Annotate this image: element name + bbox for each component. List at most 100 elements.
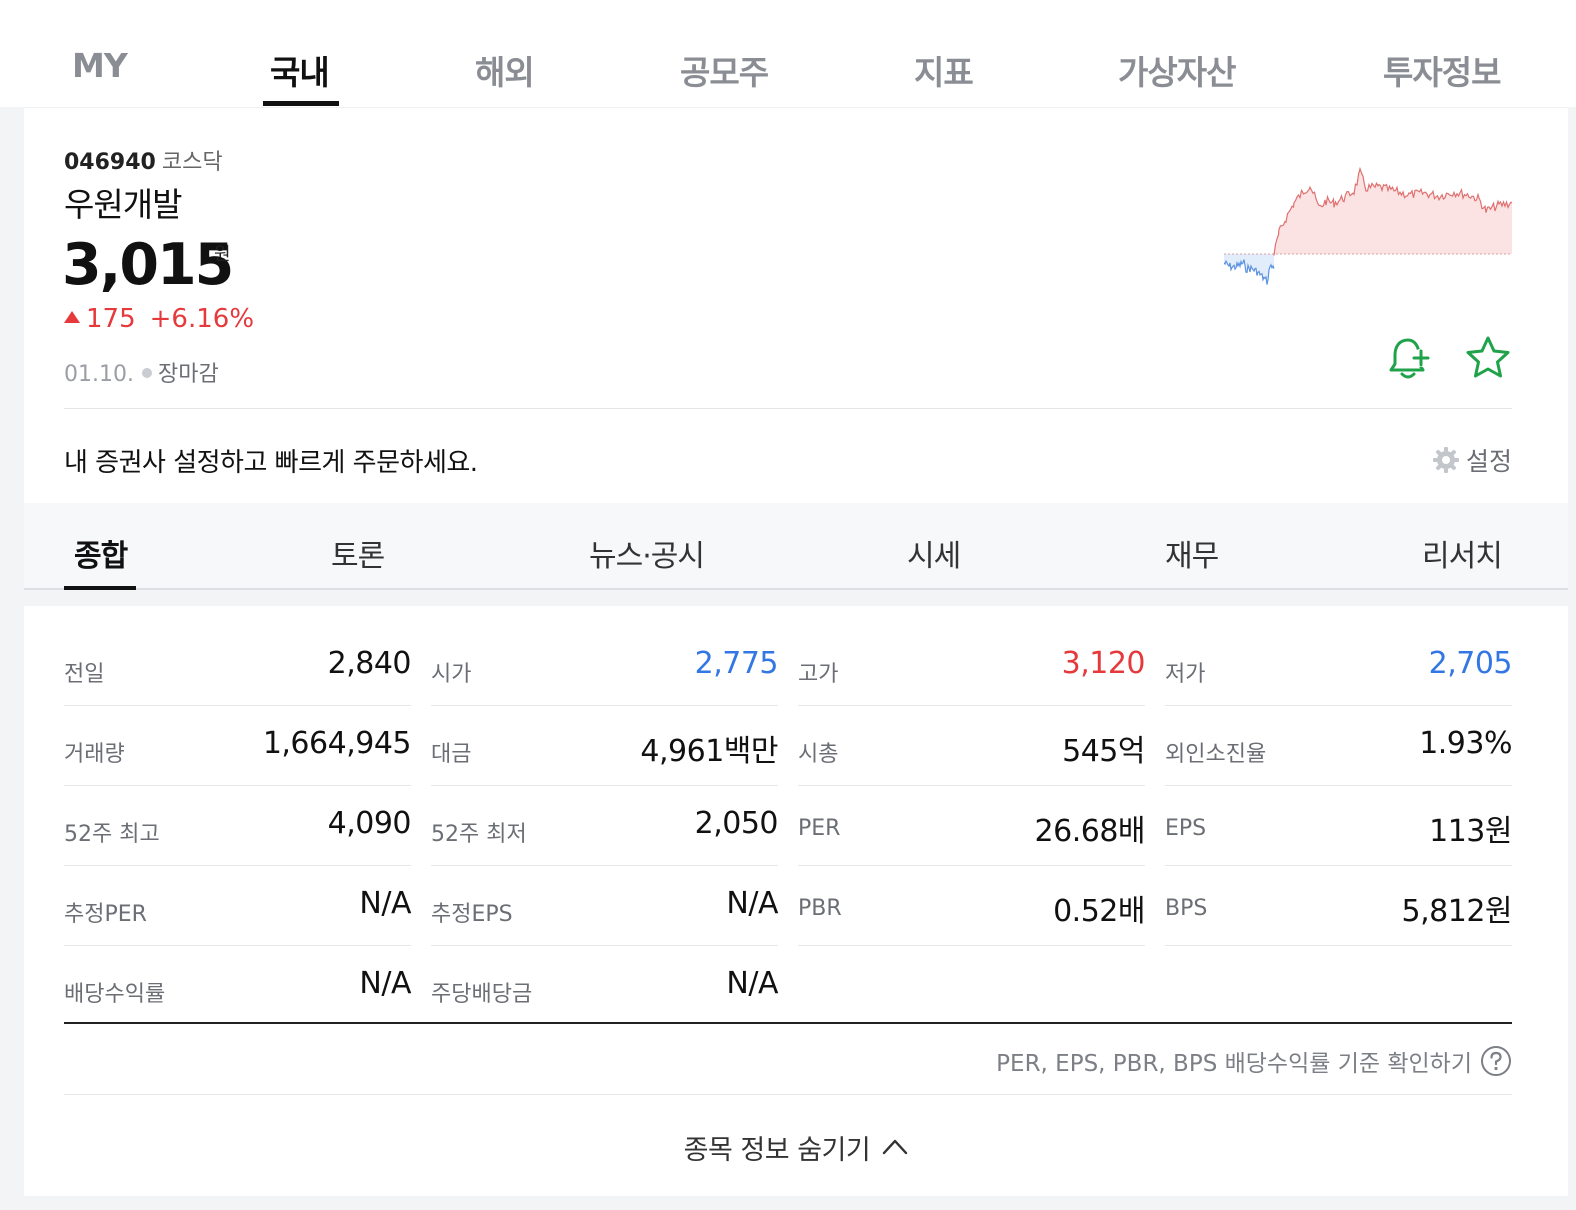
star-icon (1466, 336, 1510, 378)
tab-indicators[interactable]: 지표 (914, 46, 974, 94)
stat-value: 2,050 (694, 806, 779, 841)
stat-value: 5,812원 (1401, 894, 1513, 929)
up-arrow-icon (64, 311, 80, 323)
tab-my[interactable]: MY (72, 46, 128, 85)
stat-cell: 대금 4,961백만 (431, 706, 778, 786)
tab-overseas[interactable]: 해외 (475, 46, 535, 94)
stat-label: 추정PER (64, 902, 147, 927)
stat-value: 2,705 (1428, 646, 1513, 681)
stat-value: 4,961백만 (640, 734, 778, 769)
stat-cell: 배당수익률 N/A (64, 946, 411, 1026)
stat-label: 시가 (431, 662, 472, 687)
stat-label: 고가 (798, 662, 839, 687)
price-alert-button[interactable] (1386, 334, 1434, 382)
status-dot (141, 368, 152, 378)
stat-value: 2,775 (694, 646, 779, 681)
stock-code: 046940 (64, 150, 156, 175)
stat-cell: EPS 113원 (1165, 786, 1512, 866)
stat-label: PER (798, 816, 841, 841)
broker-settings-button[interactable]: 설정 (1432, 442, 1512, 478)
stat-label: 대금 (431, 742, 472, 767)
divider (64, 408, 1512, 409)
hide-info-label: 종목 정보 숨기기 (683, 1135, 871, 1166)
change-amount: 175 (86, 304, 136, 334)
settings-label: 설정 (1465, 447, 1512, 476)
tab-quotes[interactable]: 시세 (907, 531, 961, 575)
stat-cell: PBR 0.52배 (798, 866, 1145, 946)
help-circle-icon (1481, 1046, 1511, 1076)
favorite-button[interactable] (1464, 334, 1512, 382)
stat-label: 배당수익률 (64, 982, 166, 1007)
stat-label: 추정EPS (431, 902, 513, 927)
tab-overview[interactable]: 종합 (74, 531, 128, 575)
stat-cell: 외인소진율 1.93% (1165, 706, 1512, 786)
stat-value: 113원 (1429, 814, 1512, 849)
change-percent: +6.16% (149, 304, 255, 334)
stat-value: 26.68배 (1034, 814, 1146, 849)
stat-label: 52주 최고 (64, 822, 160, 847)
tab-financials[interactable]: 재무 (1165, 531, 1219, 575)
stat-value: N/A (726, 886, 778, 921)
price-change: 175 +6.16% (64, 304, 254, 334)
tab-news[interactable]: 뉴스·공시 (589, 531, 705, 575)
stat-label: 52주 최저 (431, 822, 527, 847)
stat-label: BPS (1165, 896, 1208, 921)
stat-label: 전일 (64, 662, 105, 687)
stat-cell: 52주 최고 4,090 (64, 786, 412, 866)
stat-label: 거래량 (64, 742, 125, 767)
hide-info-button[interactable]: 종목 정보 숨기기 (24, 1128, 1568, 1167)
market-status: 01.10. 장마감 (64, 356, 219, 388)
broker-banner-text[interactable]: 내 증권사 설정하고 빠르게 주문하세요. (64, 442, 478, 479)
tab-domestic[interactable]: 국내 (270, 46, 330, 94)
active-subtab-indicator (64, 586, 136, 590)
active-tab-indicator (263, 101, 339, 106)
tab-ipo[interactable]: 공모주 (680, 46, 769, 94)
stat-cell: 고가 3,120 (798, 626, 1146, 706)
tab-crypto[interactable]: 가상자산 (1118, 46, 1236, 94)
tab-research[interactable]: 리서치 (1422, 531, 1503, 575)
stat-value: 0.52배 (1053, 894, 1145, 929)
stat-label: 외인소진율 (1165, 742, 1267, 767)
stat-cell: 추정PER N/A (64, 866, 411, 946)
stock-name: 우원개발 (64, 185, 182, 224)
criteria-link-text: PER, EPS, PBR, BPS 배당수익률 기준 확인하기 (996, 1051, 1472, 1077)
stat-label: 시총 (798, 742, 839, 767)
stat-value: 3,120 (1061, 646, 1146, 681)
top-nav: MY 국내 해외 공모주 지표 가상자산 투자정보 (0, 0, 1576, 107)
sparkline-up-area (1274, 168, 1512, 256)
stat-value: 1,664,945 (262, 726, 412, 761)
stat-value: 4,090 (327, 806, 412, 841)
stat-value: 545억 (1062, 734, 1145, 769)
tab-invest-info[interactable]: 투자정보 (1383, 46, 1501, 94)
gear-icon (1432, 447, 1459, 473)
stat-cell: 추정EPS N/A (431, 866, 778, 946)
stat-value: N/A (359, 966, 411, 1001)
stat-cell: 주당배당금 N/A (431, 946, 778, 1026)
divider (64, 1094, 1512, 1095)
stock-info-panel: 전일 2,840 시가 2,775 고가 3,120 저가 2,705 거래량 1,664… (24, 606, 1568, 1196)
market-state: 장마감 (157, 362, 219, 387)
sub-nav: 종합 토론 뉴스·공시 시세 재무 리서치 (24, 503, 1568, 590)
stat-cell: BPS 5,812원 (1165, 866, 1513, 946)
tab-discussion[interactable]: 토론 (331, 531, 385, 575)
bell-plus-icon (1389, 338, 1430, 379)
stat-cell: 저가 2,705 (1165, 626, 1513, 706)
intraday-sparkline[interactable] (1224, 163, 1514, 298)
stat-label: PBR (798, 896, 842, 921)
stat-cell: 시총 545억 (798, 706, 1145, 786)
stat-label: EPS (1165, 816, 1207, 841)
market-name: 코스닥 (161, 150, 223, 175)
trade-date: 01.10. (64, 362, 134, 387)
chevron-up-icon (883, 1139, 908, 1155)
stock-summary-card: 046940 코스닥 우원개발 3,015 원 175 +6.16% 01.10. 장… (24, 107, 1568, 503)
stat-value: N/A (359, 886, 411, 921)
stat-label: 저가 (1165, 662, 1206, 687)
criteria-link[interactable]: PER, EPS, PBR, BPS 배당수익률 기준 확인하기 (996, 1044, 1512, 1078)
stat-label: 주당배당금 (431, 982, 533, 1007)
stat-cell: 거래량 1,664,945 (64, 706, 412, 786)
stat-cell: 전일 2,840 (64, 626, 412, 706)
stat-cell: 52주 최저 2,050 (431, 786, 779, 866)
current-price: 3,015 (62, 232, 234, 298)
stock-code-line: 046940 코스닥 (64, 144, 223, 176)
divider (64, 1022, 1512, 1024)
